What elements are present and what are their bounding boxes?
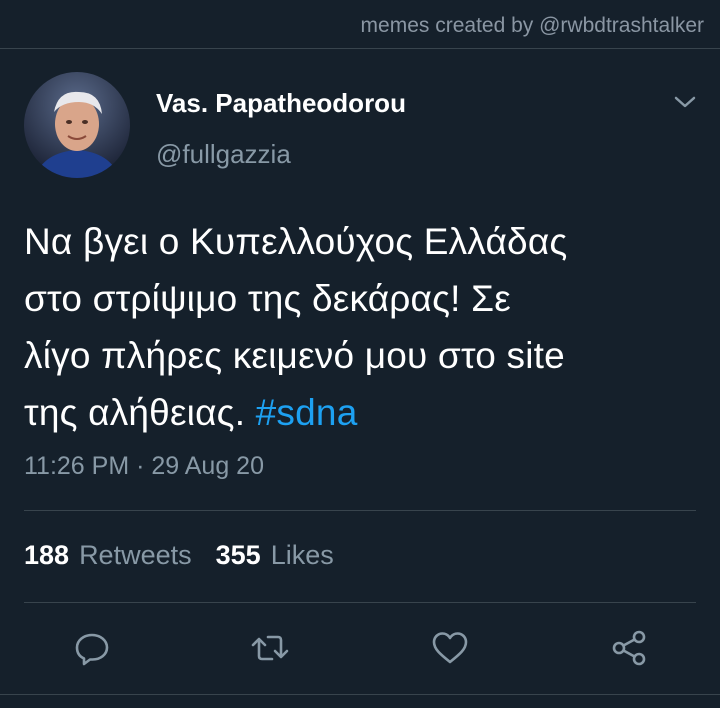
- avatar-image: [24, 72, 130, 178]
- tweet-stats: 188 Retweets 355 Likes: [24, 540, 334, 571]
- divider: [24, 602, 696, 603]
- avatar[interactable]: [24, 72, 130, 178]
- tweet-text: Να βγει ο Κυπελλούχος Ελλάδας στο στρίψι…: [24, 213, 704, 441]
- likes-count: 355: [215, 540, 261, 570]
- tweet-text-line: Να βγει ο Κυπελλούχος Ελλάδας: [24, 221, 568, 262]
- heart-icon[interactable]: [430, 628, 470, 668]
- divider: [24, 510, 696, 511]
- retweets-count: 188: [24, 540, 70, 570]
- likes-label: Likes: [270, 540, 334, 570]
- share-icon[interactable]: [610, 628, 650, 668]
- retweets-stat[interactable]: 188 Retweets: [24, 540, 192, 571]
- likes-stat[interactable]: 355 Likes: [216, 540, 334, 571]
- tweet-text-line: στο στρίψιμο της δεκάρας! Σε: [24, 278, 511, 319]
- author-name[interactable]: Vas. Papatheodorou: [156, 88, 406, 119]
- tweet-text-line-last: της αλήθειας. #sdna: [24, 384, 704, 441]
- chevron-down-icon[interactable]: [672, 92, 698, 112]
- retweets-label: Retweets: [79, 540, 192, 570]
- author-handle[interactable]: @fullgazzia: [156, 139, 291, 170]
- hashtag-link[interactable]: #sdna: [256, 392, 358, 433]
- bottom-divider: [0, 694, 720, 695]
- retweet-icon[interactable]: [250, 628, 290, 668]
- top-divider: [0, 48, 720, 49]
- reply-icon[interactable]: [72, 628, 112, 668]
- tweet-text-line: της αλήθειας.: [24, 392, 256, 433]
- timestamp[interactable]: 11:26 PM · 29 Aug 20: [24, 452, 264, 481]
- action-bar: [0, 620, 720, 676]
- watermark: memes created by @rwbdtrashtalker: [360, 14, 704, 37]
- tweet-text-line: λίγο πλήρες κειμενό μου στο site: [24, 335, 565, 376]
